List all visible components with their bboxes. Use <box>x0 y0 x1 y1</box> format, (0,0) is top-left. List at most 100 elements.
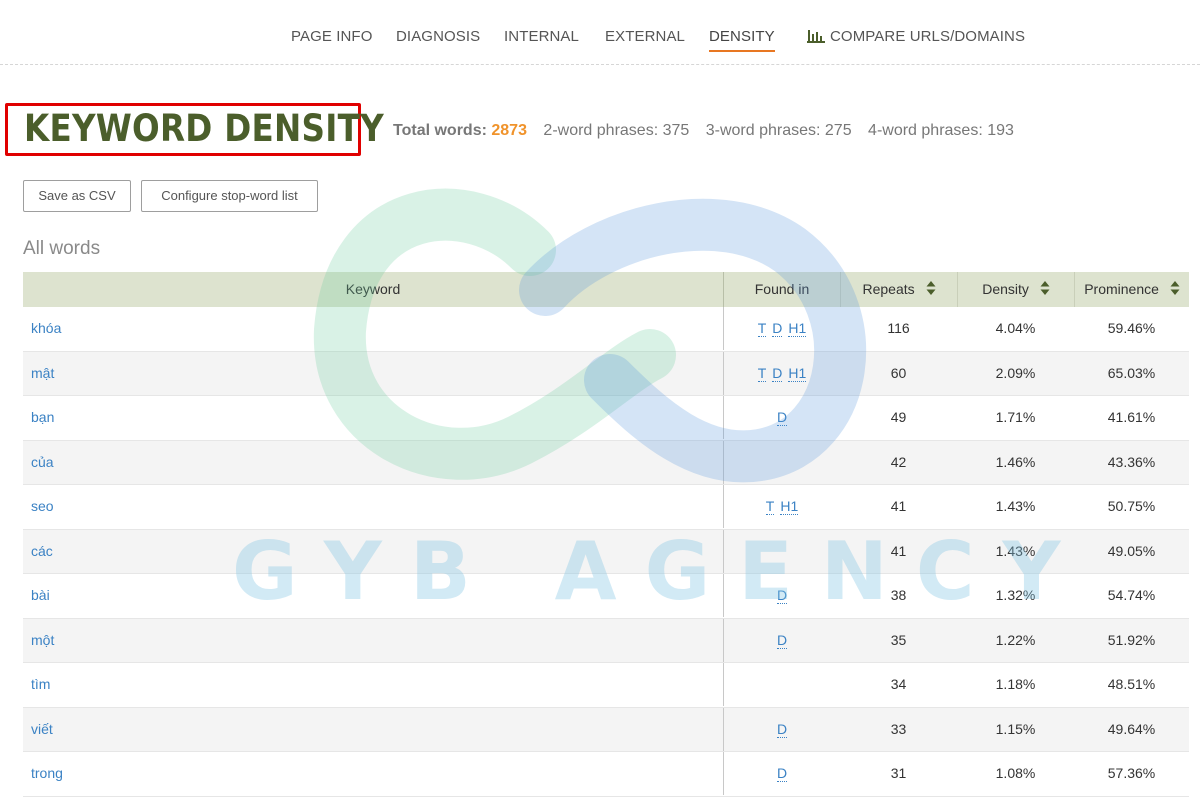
prominence-value: 50.75% <box>1107 498 1156 514</box>
repeats-value: 33 <box>890 720 907 737</box>
prominence-value: 59.46% <box>1107 320 1156 336</box>
keyword-link[interactable]: các <box>31 530 721 573</box>
found-in-cell: D <box>723 618 840 662</box>
found-in-tag[interactable]: T <box>757 365 767 382</box>
table-row: trong D 31 1.08% 57.36% <box>23 752 1189 797</box>
found-in-cell: D <box>723 574 840 617</box>
density-value: 1.43% <box>995 498 1036 514</box>
nav-internal[interactable]: INTERNAL <box>504 28 579 45</box>
keyword-link[interactable]: trong <box>31 752 721 795</box>
found-in-tag[interactable]: D <box>776 721 788 738</box>
density-value: 2.09% <box>995 364 1036 381</box>
prominence-value: 43.36% <box>1107 453 1156 470</box>
repeats-value: 38 <box>890 587 907 603</box>
repeats-value: 34 <box>890 676 907 692</box>
found-in-tag[interactable]: D <box>776 766 788 782</box>
nav-density[interactable]: DENSITY <box>709 28 775 52</box>
keyword-link[interactable]: tìm <box>31 663 721 706</box>
found-in-tag[interactable]: D <box>772 321 783 337</box>
table-row: viết D 33 1.15% 49.64% <box>23 707 1189 752</box>
density-value: 1.08% <box>995 765 1036 781</box>
save-csv-button[interactable]: Save as CSV <box>23 180 131 212</box>
nav-page-info[interactable]: PAGE INFO <box>291 28 372 45</box>
nav-compare-urls[interactable]: COMPARE URLS/DOMAINS <box>807 28 1025 45</box>
two-word-phrases: 2-word phrases: 375 <box>543 122 690 139</box>
configure-stopwords-button[interactable]: Configure stop-word list <box>141 180 318 212</box>
found-in-cell: T H1 <box>723 485 840 528</box>
total-words-label: Total words: <box>393 122 487 139</box>
col-density-label: Density <box>982 281 1029 297</box>
section-title: All words <box>23 238 101 259</box>
keyword-link[interactable]: viết <box>31 708 721 751</box>
repeats-value: 49 <box>890 409 907 425</box>
table-body: khóa T D H1 116 4.04% 59.46% mật T D H1 60 2.09% 65.0… <box>23 307 1189 797</box>
keyword-link[interactable]: bài <box>31 574 721 617</box>
repeats-value: 42 <box>890 453 907 470</box>
col-repeats-label: Repeats <box>862 281 915 297</box>
keyword-link[interactable]: khóa <box>31 307 721 350</box>
density-value: 1.22% <box>995 631 1036 648</box>
prominence-value: 49.64% <box>1107 720 1156 737</box>
word-stats: Total words: 2873 2-word phrases: 375 3-… <box>393 122 1014 140</box>
table-header: Keyword Found in Repeats Density Promine… <box>23 272 1189 307</box>
keyword-link[interactable]: của <box>31 441 721 484</box>
found-in-tag[interactable]: T <box>757 321 767 337</box>
four-word-phrases: 4-word phrases: 193 <box>868 122 1014 139</box>
col-prominence[interactable]: Prominence <box>1074 272 1189 307</box>
found-in-tag[interactable]: H1 <box>788 365 807 382</box>
found-in-tag[interactable]: D <box>776 410 788 426</box>
found-in-tag[interactable]: D <box>776 632 788 649</box>
table-row: một D 35 1.22% 51.92% <box>23 618 1189 663</box>
density-value: 1.32% <box>995 587 1036 603</box>
prominence-value: 48.51% <box>1107 676 1156 692</box>
prominence-value: 57.36% <box>1107 765 1156 781</box>
col-repeats[interactable]: Repeats <box>840 272 957 307</box>
col-prominence-label: Prominence <box>1084 281 1159 297</box>
repeats-value: 31 <box>890 765 907 781</box>
repeats-value: 116 <box>887 320 910 336</box>
found-in-tag[interactable]: H1 <box>780 499 799 515</box>
table-row: bài D 38 1.32% 54.74% <box>23 574 1189 619</box>
keyword-link[interactable]: bạn <box>31 396 721 439</box>
prominence-value: 51.92% <box>1107 631 1156 648</box>
found-in-tag[interactable]: D <box>776 588 788 604</box>
found-in-cell <box>723 529 840 573</box>
found-in-tag[interactable]: D <box>772 365 783 382</box>
table-row: khóa T D H1 116 4.04% 59.46% <box>23 307 1189 352</box>
total-words-value: 2873 <box>491 122 527 139</box>
keyword-link[interactable]: một <box>31 619 721 662</box>
density-value: 1.15% <box>995 720 1036 737</box>
prominence-value: 41.61% <box>1107 409 1156 425</box>
found-in-tag[interactable]: H1 <box>788 321 807 337</box>
nav-external[interactable]: EXTERNAL <box>605 28 685 45</box>
sort-icon[interactable] <box>1170 280 1180 296</box>
density-value: 1.18% <box>995 676 1036 692</box>
density-value: 1.71% <box>995 409 1036 425</box>
keyword-link[interactable]: mật <box>31 352 721 395</box>
repeats-value: 41 <box>890 498 907 514</box>
three-word-phrases: 3-word phrases: 275 <box>705 122 852 139</box>
sort-icon[interactable] <box>1040 280 1050 296</box>
repeats-value: 60 <box>890 364 907 381</box>
found-in-cell <box>723 440 840 484</box>
found-in-cell: D <box>723 707 840 751</box>
repeats-value: 41 <box>890 542 907 559</box>
table-row: của 42 1.46% 43.36% <box>23 440 1189 485</box>
density-value: 1.43% <box>995 542 1036 559</box>
nav-compare-label: COMPARE URLS/DOMAINS <box>830 28 1026 45</box>
found-in-cell: D <box>723 752 840 795</box>
table-row: các 41 1.43% 49.05% <box>23 529 1189 574</box>
nav-diagnosis[interactable]: DIAGNOSIS <box>396 28 480 45</box>
col-density[interactable]: Density <box>957 272 1074 307</box>
sort-icon[interactable] <box>926 280 936 296</box>
keyword-table: Keyword Found in Repeats Density Promine… <box>23 272 1189 797</box>
keyword-link[interactable]: seo <box>31 485 721 528</box>
density-value: 1.46% <box>995 453 1036 470</box>
found-in-cell: D <box>723 396 840 439</box>
table-row: tìm 34 1.18% 48.51% <box>23 663 1189 708</box>
repeats-value: 35 <box>890 631 907 648</box>
found-in-cell: T D H1 <box>723 307 840 350</box>
table-row: bạn D 49 1.71% 41.61% <box>23 396 1189 441</box>
page-title: KEYWORD DENSITY <box>24 107 384 150</box>
found-in-tag[interactable]: T <box>765 499 775 515</box>
